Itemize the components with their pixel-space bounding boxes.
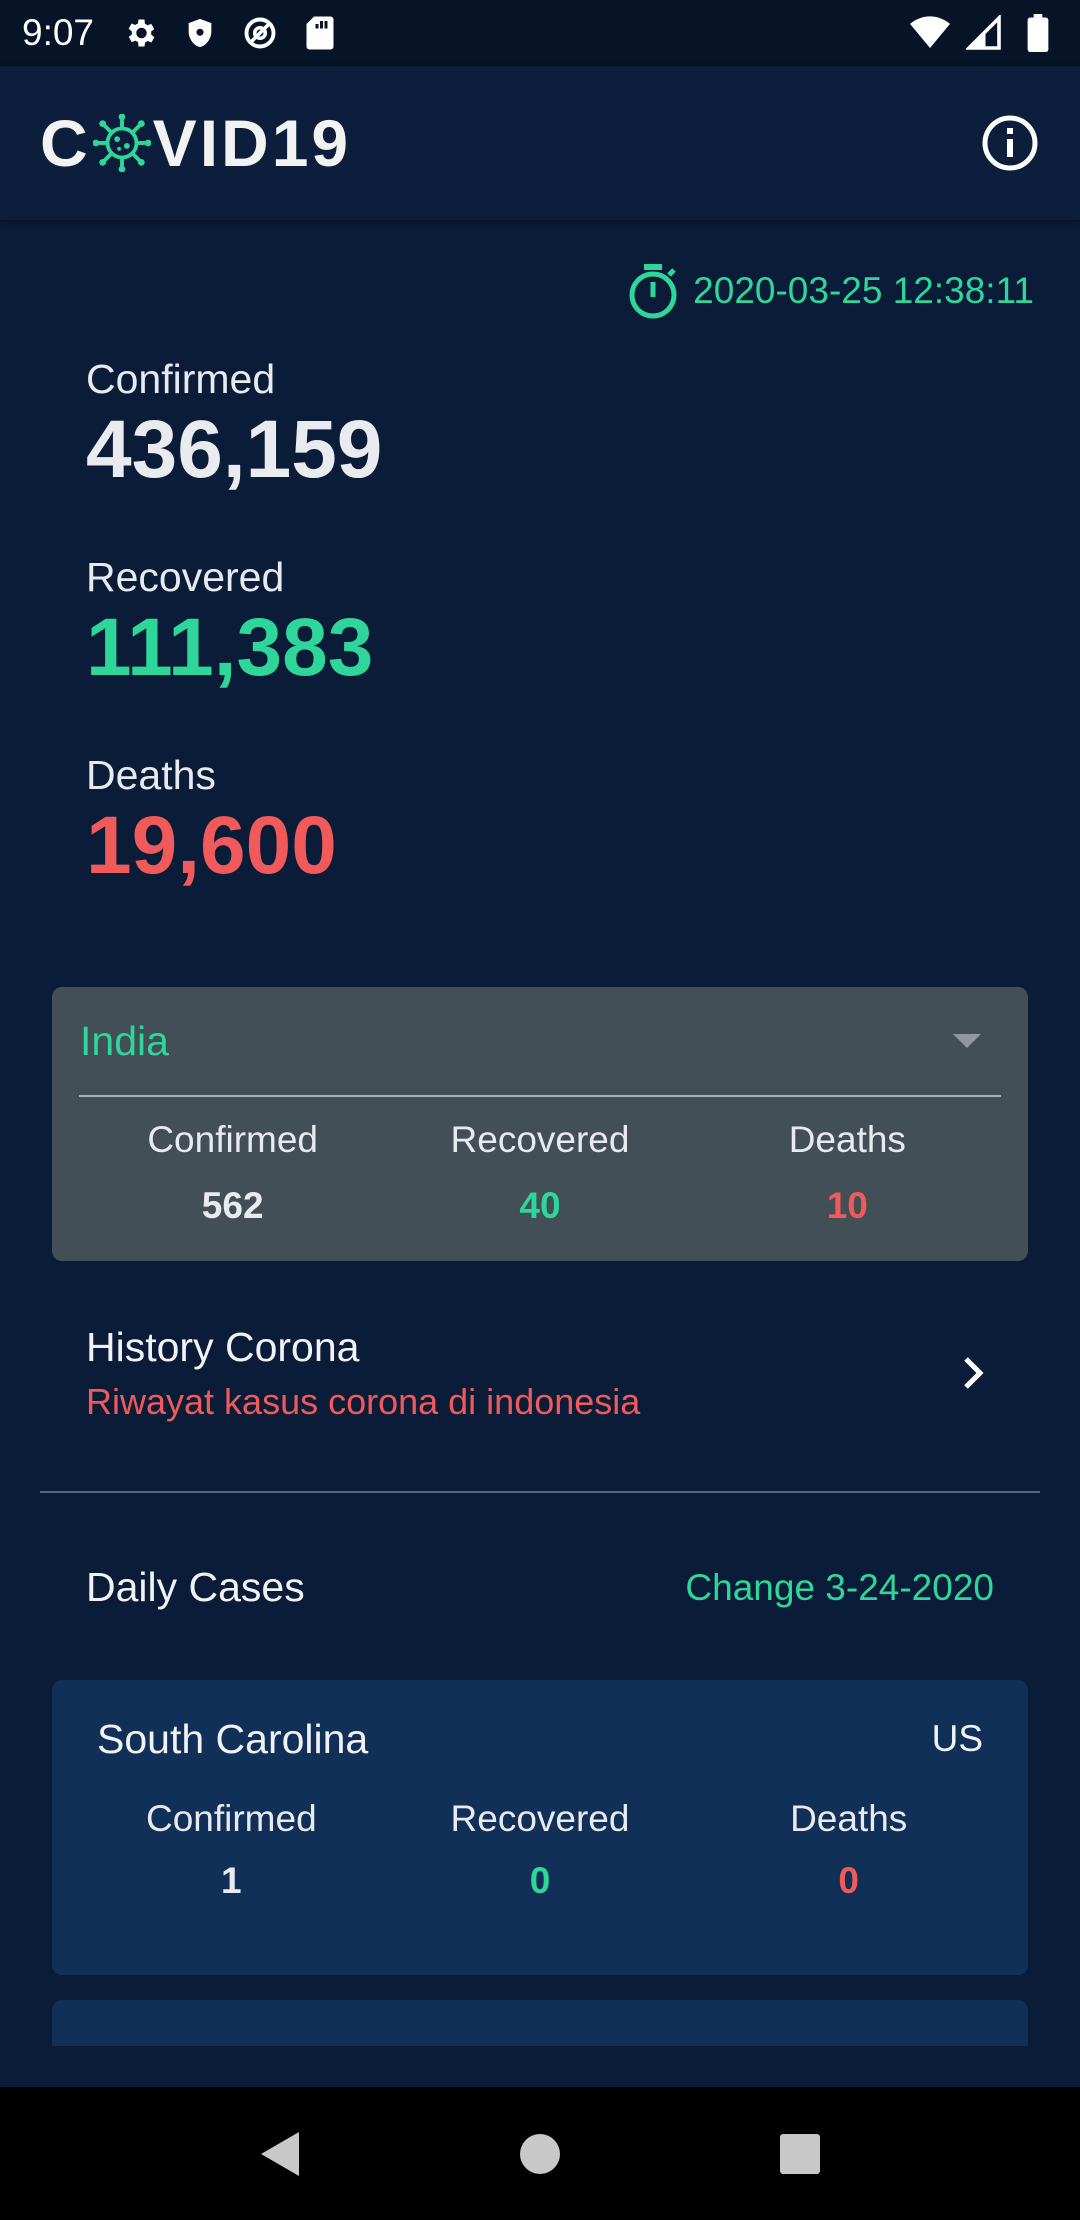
country-recovered-value: 40 [519,1185,561,1226]
global-recovered-label: Recovered [86,554,285,600]
country-confirmed-value: 562 [201,1185,264,1226]
logo-text-suffix: VID19 [152,106,352,180]
daily-case-card[interactable]: South Carolina US Confirmed 1 Recovered … [52,1680,1028,1975]
last-updated-text: 2020-03-25 12:38:11 [693,270,1034,311]
chevron-right-icon [964,1357,984,1389]
daily-cases-header: Daily Cases Change 3-24-2020 [86,1564,994,1611]
country-confirmed: Confirmed 562 [79,1119,386,1227]
case-confirmed-value: 1 [221,1860,242,1901]
daily-case-card-partial[interactable] [52,2000,1028,2046]
case-confirmed-label: Confirmed [145,1798,317,1839]
battery-icon [1018,13,1058,53]
country-dropdown-value: India [80,1017,169,1064]
case-card-header: South Carolina US [97,1680,983,1798]
navigation-bar [0,2087,1080,2220]
sd-card-icon [300,13,340,53]
case-confirmed: Confirmed 1 [77,1798,386,1902]
logo-text-prefix: C [40,106,91,180]
case-region: South Carolina [97,1715,369,1762]
case-deaths-value: 0 [838,1860,859,1901]
back-icon[interactable] [250,2124,310,2184]
status-right-icons [910,13,1058,53]
history-text: History Corona Riwayat kasus corona di i… [86,1324,640,1423]
case-deaths-label: Deaths [790,1798,908,1839]
country-confirmed-label: Confirmed [147,1119,318,1160]
global-confirmed: Confirmed 436,159 [86,356,382,491]
case-country: US [931,1718,983,1759]
cellular-signal-icon [964,13,1004,53]
status-left-icons [120,13,340,53]
settings-icon [120,13,160,53]
country-deaths: Deaths 10 [694,1119,1001,1227]
dropdown-arrow-icon [953,1034,981,1048]
country-dropdown[interactable]: India [79,987,1001,1097]
divider [40,1491,1040,1493]
app-logo: C VID19 [40,105,351,181]
virus-icon [92,114,151,172]
global-confirmed-label: Confirmed [86,356,276,402]
case-deaths: Deaths 0 [694,1798,1003,1902]
history-title: History Corona [86,1323,360,1370]
app-bar: C VID19 [0,66,1080,220]
global-recovered-value: 111,383 [86,602,374,693]
global-deaths-value: 19,600 [86,800,337,891]
info-icon[interactable] [980,113,1040,173]
screen: 9:07 C VID19 2020-03-25 12:38:11 Confirm… [0,0,1080,2220]
stopwatch-icon [629,264,677,319]
last-updated: 2020-03-25 12:38:11 [627,262,1034,320]
status-bar: 9:07 [0,0,1080,66]
history-corona-link[interactable]: History Corona Riwayat kasus corona di i… [86,1318,996,1428]
case-recovered-label: Recovered [450,1798,630,1839]
country-card: India Confirmed 562 Recovered 40 Deaths … [52,987,1028,1261]
case-recovered-value: 0 [529,1860,551,1901]
shield-icon [180,13,220,53]
country-deaths-value: 10 [826,1185,868,1226]
at-sign-icon [240,13,280,53]
history-subtitle: Riwayat kasus corona di indonesia [86,1380,641,1422]
country-deaths-label: Deaths [788,1119,906,1160]
recents-icon[interactable] [770,2124,830,2184]
global-deaths: Deaths 19,600 [86,752,337,887]
home-icon[interactable] [510,2124,570,2184]
daily-change-date: Change 3-24-2020 [685,1566,994,1608]
global-deaths-label: Deaths [86,752,216,798]
status-time: 9:07 [22,12,95,53]
case-recovered: Recovered 0 [386,1798,695,1902]
country-recovered: Recovered 40 [386,1119,693,1227]
case-stats: Confirmed 1 Recovered 0 Deaths 0 [77,1798,1003,1902]
global-recovered: Recovered 111,383 [86,554,373,689]
country-recovered-label: Recovered [450,1119,630,1160]
country-stats: Confirmed 562 Recovered 40 Deaths 10 [79,1119,1001,1227]
daily-cases-title: Daily Cases [86,1564,305,1610]
global-confirmed-value: 436,159 [86,404,383,495]
wifi-icon [910,13,950,53]
